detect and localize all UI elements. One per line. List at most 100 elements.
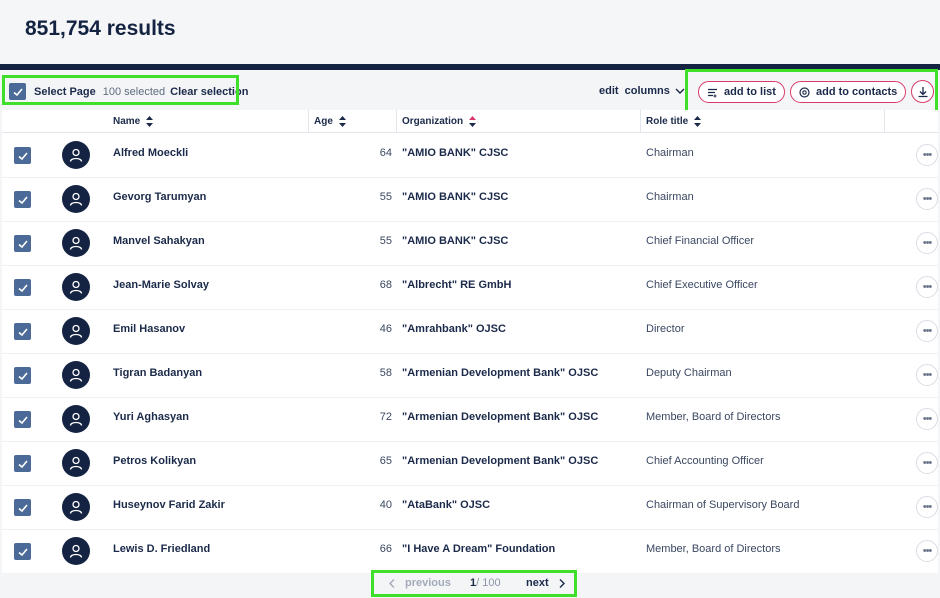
organization-name[interactable]: "Amrahbank" OJSC xyxy=(402,323,506,335)
avatar xyxy=(62,141,90,169)
row-checkbox[interactable] xyxy=(14,499,31,516)
table-row[interactable]: Huseynov Farid Zakir 40 "AtaBank" OJSC Chai… xyxy=(2,485,938,529)
person-age: 65 xyxy=(379,455,392,467)
user-icon xyxy=(69,412,83,426)
role-title: Director xyxy=(646,323,685,335)
user-icon xyxy=(69,148,83,162)
column-header-organization[interactable]: Organization xyxy=(402,110,477,133)
avatar xyxy=(62,449,90,477)
row-checkbox[interactable] xyxy=(14,147,31,164)
check-icon xyxy=(17,503,28,512)
user-icon xyxy=(69,500,83,514)
organization-name[interactable]: "Armenian Development Bank" OJSC xyxy=(402,367,598,379)
column-organization-label: Organization xyxy=(402,116,464,127)
person-age: 58 xyxy=(379,367,392,379)
table-row[interactable]: Petros Kolikyan 65 "Armenian Development B… xyxy=(2,441,938,485)
highlight-pagination xyxy=(371,570,577,597)
row-separator xyxy=(2,397,938,398)
person-name[interactable]: Tigran Badanyan xyxy=(113,367,202,379)
row-more-button[interactable]: ••• xyxy=(916,408,938,430)
row-checkbox[interactable] xyxy=(14,455,31,472)
row-checkbox[interactable] xyxy=(14,323,31,340)
sort-icon xyxy=(338,116,346,127)
role-title: Chairman of Supervisory Board xyxy=(646,499,800,511)
organization-name[interactable]: "Albrecht" RE GmbH xyxy=(402,279,511,291)
row-more-button[interactable]: ••• xyxy=(916,496,938,518)
organization-name[interactable]: "AMIO BANK" CJSC xyxy=(402,147,508,159)
table-row[interactable]: Alfred Moeckli 64 "AMIO BANK" CJSC Chairman… xyxy=(2,133,938,177)
check-icon xyxy=(17,327,28,336)
highlight-action-buttons xyxy=(685,69,938,113)
row-more-button[interactable]: ••• xyxy=(916,540,938,562)
organization-name[interactable]: "AtaBank" OJSC xyxy=(402,499,490,511)
person-name[interactable]: Jean-Marie Solvay xyxy=(113,279,209,291)
row-checkbox[interactable] xyxy=(14,543,31,560)
column-header-age[interactable]: Age xyxy=(314,110,346,133)
person-name[interactable]: Alfred Moeckli xyxy=(113,147,188,159)
user-icon xyxy=(69,324,83,338)
role-title: Chairman xyxy=(646,191,694,203)
user-icon xyxy=(69,456,83,470)
organization-name[interactable]: "AMIO BANK" CJSC xyxy=(402,235,508,247)
column-divider xyxy=(308,110,309,133)
person-age: 46 xyxy=(379,323,392,335)
column-role-label: Role title xyxy=(646,116,689,127)
table-row[interactable]: Manvel Sahakyan 55 "AMIO BANK" CJSC Chief F… xyxy=(2,221,938,265)
person-name[interactable]: Petros Kolikyan xyxy=(113,455,196,467)
user-icon xyxy=(69,192,83,206)
row-more-button[interactable]: ••• xyxy=(916,276,938,298)
organization-name[interactable]: "I Have A Dream" Foundation xyxy=(402,543,555,555)
column-age-label: Age xyxy=(314,116,333,127)
person-name[interactable]: Lewis D. Friedland xyxy=(113,543,210,555)
person-name[interactable]: Yuri Aghasyan xyxy=(113,411,189,423)
row-separator xyxy=(2,265,938,266)
row-more-button[interactable]: ••• xyxy=(916,452,938,474)
user-icon xyxy=(69,280,83,294)
row-separator xyxy=(2,529,938,530)
user-icon xyxy=(69,544,83,558)
avatar xyxy=(62,537,90,565)
avatar xyxy=(62,493,90,521)
table-row[interactable]: Lewis D. Friedland 66 "I Have A Dream" Fou… xyxy=(2,529,938,573)
avatar xyxy=(62,185,90,213)
table-row[interactable]: Emil Hasanov 46 "Amrahbank" OJSC Director ••… xyxy=(2,309,938,353)
person-age: 64 xyxy=(379,147,392,159)
check-icon xyxy=(17,547,28,556)
column-header-name[interactable]: Name xyxy=(113,110,154,133)
user-icon xyxy=(69,368,83,382)
results-header: 851,754 results xyxy=(0,0,940,64)
row-more-button[interactable]: ••• xyxy=(916,232,938,254)
organization-name[interactable]: "Armenian Development Bank" OJSC xyxy=(402,455,598,467)
edit-columns-dropdown[interactable]: edit columns xyxy=(599,85,685,97)
avatar xyxy=(62,273,90,301)
row-checkbox[interactable] xyxy=(14,191,31,208)
row-more-button[interactable]: ••• xyxy=(916,188,938,210)
person-age: 72 xyxy=(379,411,392,423)
sort-icon xyxy=(146,116,154,127)
person-name[interactable]: Huseynov Farid Zakir xyxy=(113,499,225,511)
check-icon xyxy=(17,239,28,248)
row-more-button[interactable]: ••• xyxy=(916,364,938,386)
organization-name[interactable]: "Armenian Development Bank" OJSC xyxy=(402,411,598,423)
table-row[interactable]: Gevorg Tarumyan 55 "AMIO BANK" CJSC Chairma… xyxy=(2,177,938,221)
check-icon xyxy=(17,283,28,292)
person-name[interactable]: Manvel Sahakyan xyxy=(113,235,205,247)
row-more-button[interactable]: ••• xyxy=(916,144,938,166)
row-checkbox[interactable] xyxy=(14,411,31,428)
row-checkbox[interactable] xyxy=(14,367,31,384)
table-row[interactable]: Yuri Aghasyan 72 "Armenian Development Ban… xyxy=(2,397,938,441)
column-header-role[interactable]: Role title xyxy=(646,110,702,133)
row-separator xyxy=(2,221,938,222)
person-name[interactable]: Gevorg Tarumyan xyxy=(113,191,206,203)
row-more-button[interactable]: ••• xyxy=(916,320,938,342)
table-row[interactable]: Jean-Marie Solvay 68 "Albrecht" RE GmbH Chi… xyxy=(2,265,938,309)
row-checkbox[interactable] xyxy=(14,279,31,296)
table-row[interactable]: Tigran Badanyan 58 "Armenian Development B… xyxy=(2,353,938,397)
column-divider xyxy=(640,110,641,133)
row-separator xyxy=(2,441,938,442)
row-separator xyxy=(2,353,938,354)
organization-name[interactable]: "AMIO BANK" CJSC xyxy=(402,191,508,203)
person-name[interactable]: Emil Hasanov xyxy=(113,323,185,335)
check-icon xyxy=(17,459,28,468)
row-checkbox[interactable] xyxy=(14,235,31,252)
